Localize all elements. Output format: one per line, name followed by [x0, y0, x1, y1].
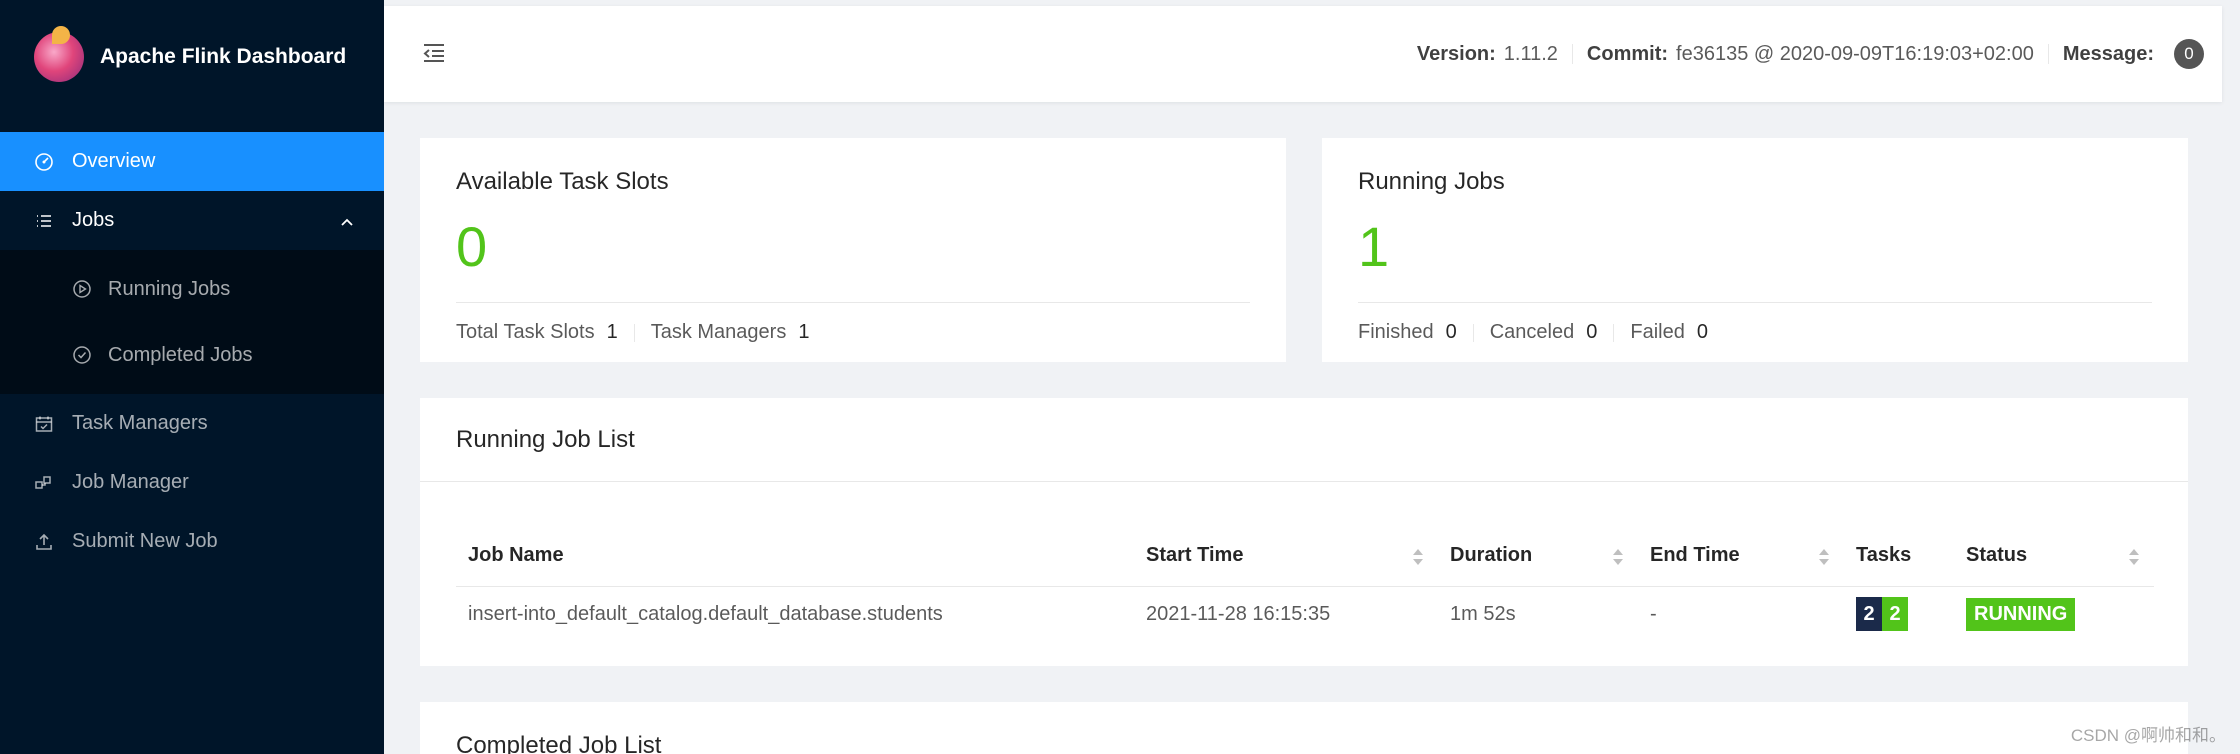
- check-circle-icon: [72, 345, 92, 365]
- sidebar-item-jobs[interactable]: Jobs: [0, 191, 384, 250]
- task-count-total: 2: [1856, 597, 1882, 632]
- start-time-cell: 2021-11-28 16:15:35: [1146, 602, 1331, 625]
- menu-fold-icon[interactable]: [420, 39, 448, 67]
- cluster-icon: [34, 473, 54, 493]
- task-managers-value: 1: [798, 321, 810, 343]
- canceled-label: Canceled: [1489, 321, 1575, 343]
- chevron-up-icon: [340, 213, 354, 236]
- column-header-tasks: Tasks: [1844, 526, 1954, 587]
- task-slots-card: Available Task Slots 0 Total Task Slots …: [420, 138, 1286, 362]
- column-header-job-name: Job Name: [456, 526, 1134, 587]
- card-footer: Finished 0 Canceled 0 Failed 0: [1358, 302, 2152, 362]
- running-jobs-table: Job Name Start Time Duration End Time Ta…: [456, 526, 2154, 642]
- sidebar-item-overview[interactable]: Overview: [0, 132, 384, 191]
- failed-value: 0: [1696, 321, 1708, 343]
- list-icon: [34, 211, 54, 231]
- sort-icon[interactable]: [1412, 548, 1424, 566]
- duration-cell: 1m 52s: [1450, 602, 1516, 625]
- status-badge: RUNNING: [1966, 597, 2076, 631]
- table-row[interactable]: insert-into_default_catalog.default_data…: [456, 586, 2154, 642]
- total-slots-value: 1: [606, 321, 618, 343]
- table-header-row: Job Name Start Time Duration End Time Ta…: [456, 526, 2154, 587]
- column-header-duration[interactable]: Duration: [1438, 526, 1638, 587]
- version-value: 1.11.2: [1503, 42, 1558, 65]
- finished-value: 0: [1445, 321, 1457, 343]
- play-circle-icon: [72, 279, 92, 299]
- sidebar-item-task-managers[interactable]: Task Managers: [0, 394, 384, 453]
- logo[interactable]: Apache Flink Dashboard: [0, 0, 384, 113]
- sidebar-item-running-jobs[interactable]: Running Jobs: [0, 256, 384, 322]
- sort-icon[interactable]: [1818, 548, 1830, 566]
- failed-label: Failed: [1630, 321, 1685, 343]
- finished-label: Finished: [1358, 321, 1434, 343]
- divider: [1571, 44, 1573, 64]
- upload-icon: [34, 532, 54, 552]
- flink-squirrel-icon: [34, 25, 84, 82]
- available-slots-value: 0: [456, 215, 488, 278]
- dashboard-icon: [34, 152, 54, 172]
- jobs-submenu: Running Jobs Completed Jobs: [0, 250, 384, 394]
- task-managers-label: Task Managers: [650, 321, 787, 343]
- sort-icon[interactable]: [1612, 548, 1624, 566]
- running-job-list-card: Running Job List Job Name Start Time Dur…: [420, 398, 2188, 666]
- card-title: Available Task Slots: [456, 168, 669, 195]
- task-count-badges: 2 2: [1856, 597, 1908, 632]
- divider: [633, 323, 635, 342]
- card-title: Running Jobs: [1358, 168, 1505, 195]
- app-title: Apache Flink Dashboard: [100, 44, 347, 68]
- card-title: Running Job List: [420, 398, 2188, 482]
- sidebar-item-label: Job Manager: [72, 471, 189, 493]
- total-slots-label: Total Task Slots: [456, 321, 595, 343]
- tasks-cell: 2 2: [1844, 586, 1954, 642]
- commit-value: fe36135 @ 2020-09-09T16:19:03+02:00: [1676, 42, 2034, 65]
- sidebar-item-label: Overview: [72, 150, 156, 172]
- version-label: Version:: [1416, 42, 1496, 65]
- column-header-end-time[interactable]: End Time: [1638, 526, 1844, 587]
- divider: [1613, 323, 1615, 342]
- sidebar-item-label: Completed Jobs: [108, 343, 253, 366]
- message-label: Message:: [2062, 42, 2154, 65]
- top-header: Version: 1.11.2 Commit: fe36135 @ 2020-0…: [384, 6, 2222, 102]
- column-header-status[interactable]: Status: [1954, 526, 2154, 587]
- card-title: Completed Job List: [456, 732, 662, 754]
- message-count-badge[interactable]: 0: [2174, 39, 2204, 69]
- end-time-cell: -: [1650, 602, 1657, 625]
- sidebar-item-job-manager[interactable]: Job Manager: [0, 453, 384, 512]
- watermark: CSDN @啊帅和和。: [2070, 726, 2226, 745]
- divider: [2047, 44, 2049, 64]
- sidebar-item-label: Task Managers: [72, 412, 208, 434]
- running-jobs-value: 1: [1358, 215, 1390, 278]
- sidebar: Apache Flink Dashboard Overview Jobs Run…: [0, 0, 384, 754]
- column-header-start-time[interactable]: Start Time: [1134, 526, 1438, 587]
- card-footer: Total Task Slots 1 Task Managers 1: [456, 302, 1250, 362]
- canceled-value: 0: [1586, 321, 1598, 343]
- sidebar-item-label: Running Jobs: [108, 277, 231, 300]
- sidebar-item-label: Jobs: [72, 209, 115, 231]
- running-jobs-card: Running Jobs 1 Finished 0 Canceled 0 Fai…: [1322, 138, 2188, 362]
- divider: [1472, 323, 1474, 342]
- completed-job-list-card: Completed Job List: [420, 702, 2188, 754]
- sidebar-item-completed-jobs[interactable]: Completed Jobs: [0, 322, 384, 388]
- status-cell: RUNNING: [1954, 586, 2154, 642]
- commit-label: Commit:: [1586, 42, 1669, 65]
- sidebar-item-label: Submit New Job: [72, 530, 218, 552]
- cluster-info: Version: 1.11.2 Commit: fe36135 @ 2020-0…: [1417, 6, 2204, 102]
- schedule-icon: [34, 414, 54, 434]
- job-name-cell: insert-into_default_catalog.default_data…: [468, 602, 943, 625]
- sidebar-item-submit-new-job[interactable]: Submit New Job: [0, 512, 384, 571]
- task-count-running: 2: [1882, 597, 1908, 632]
- sort-icon[interactable]: [2128, 548, 2140, 566]
